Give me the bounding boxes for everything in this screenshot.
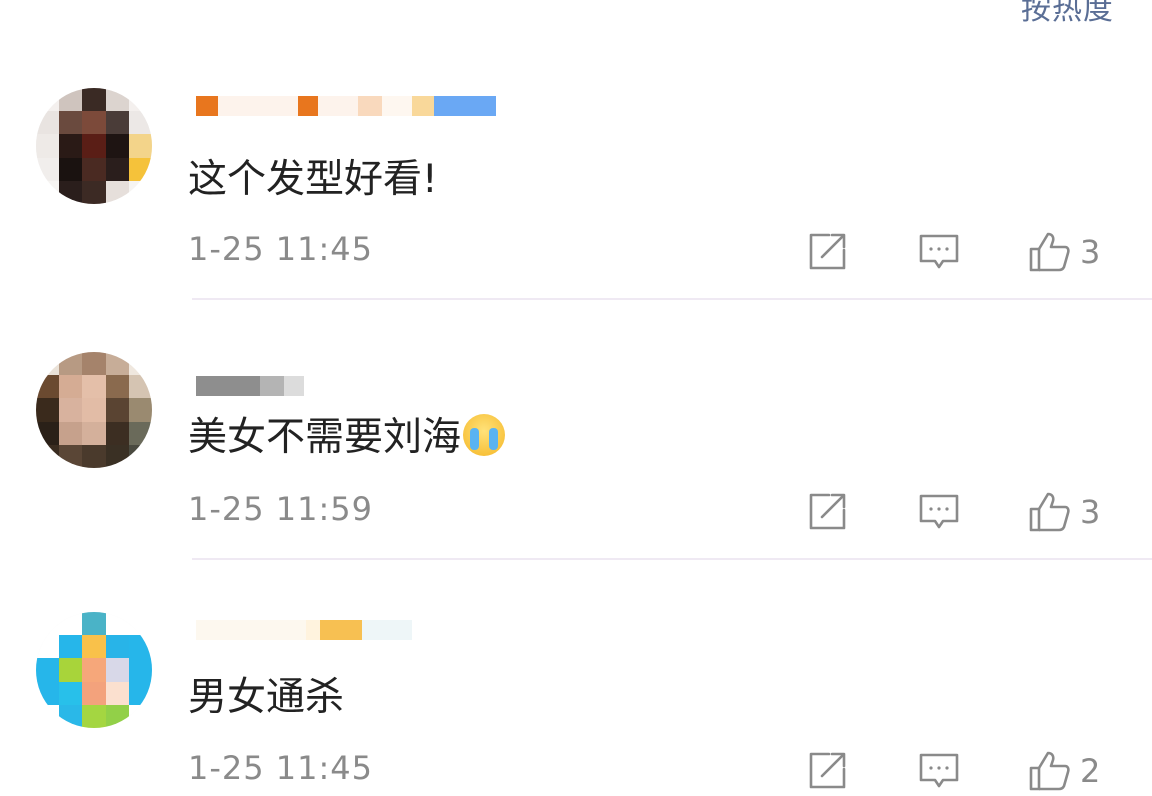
comment-text: 这个发型好看! <box>188 148 438 204</box>
sort-by-hot-button[interactable]: 按热度 <box>1021 0 1114 28</box>
like-button[interactable]: 3 <box>1026 230 1100 274</box>
comment-text-value: 这个发型好看! <box>188 157 438 202</box>
reply-button[interactable] <box>916 230 962 274</box>
share-button[interactable] <box>804 749 850 793</box>
comment-text-value: 美女不需要刘海 <box>188 415 462 460</box>
comment-meta: 1-25 11:45 2 <box>188 749 1118 793</box>
share-icon <box>809 233 846 270</box>
like-button[interactable]: 3 <box>1026 490 1100 534</box>
comment-icon <box>919 234 959 269</box>
share-icon <box>809 752 846 789</box>
timestamp: 1-25 11:59 <box>188 490 374 528</box>
like-button[interactable]: 2 <box>1026 749 1100 793</box>
comment-text: 男女通杀 <box>188 666 344 722</box>
username-redacted[interactable] <box>196 370 516 402</box>
comment-icon <box>919 494 959 529</box>
comment-meta: 1-25 11:45 3 <box>188 230 1118 274</box>
comment-text-value: 男女通杀 <box>188 675 345 720</box>
reply-button[interactable] <box>916 490 962 534</box>
comment-text: 美女不需要刘海 <box>188 406 506 462</box>
comment-icon <box>919 753 959 788</box>
username-redacted[interactable] <box>196 90 516 122</box>
divider <box>192 558 1152 560</box>
crying-face-emoji <box>463 414 506 456</box>
share-icon <box>809 493 846 530</box>
thumbs-up-icon <box>1029 751 1070 791</box>
share-button[interactable] <box>804 230 850 274</box>
avatar[interactable] <box>36 88 152 204</box>
thumbs-up-icon <box>1029 232 1070 272</box>
like-count: 3 <box>1080 493 1101 531</box>
reply-button[interactable] <box>916 749 962 793</box>
like-count: 2 <box>1080 752 1101 790</box>
sort-label: 按热度 <box>1021 0 1114 27</box>
timestamp: 1-25 11:45 <box>188 230 374 268</box>
share-button[interactable] <box>804 490 850 534</box>
like-count: 3 <box>1080 233 1101 271</box>
comment-meta: 1-25 11:59 3 <box>188 490 1118 534</box>
avatar[interactable] <box>36 612 152 728</box>
username-redacted[interactable] <box>196 614 516 646</box>
thumbs-up-icon <box>1029 492 1070 532</box>
timestamp: 1-25 11:45 <box>188 749 374 787</box>
divider <box>192 298 1152 300</box>
avatar[interactable] <box>36 352 152 468</box>
